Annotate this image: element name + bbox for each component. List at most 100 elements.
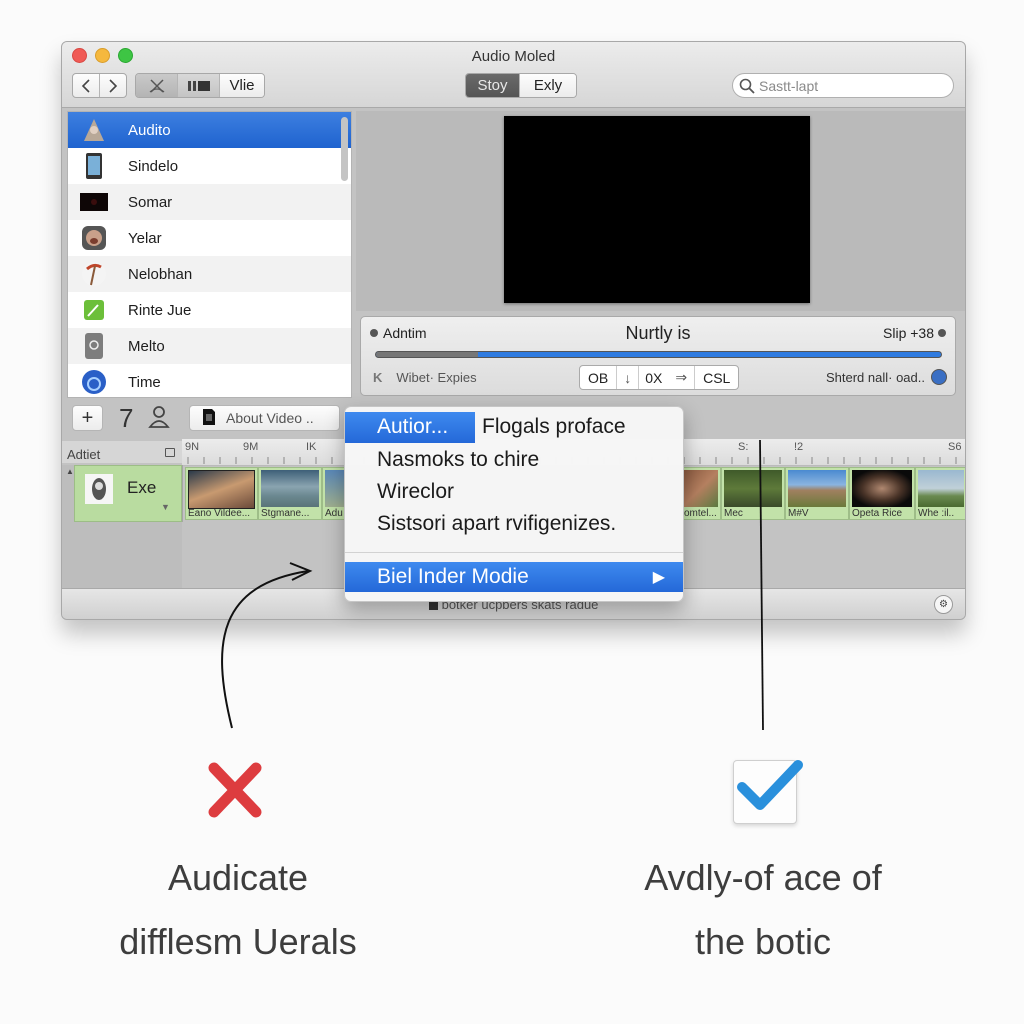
ruler-label: 9N: [185, 441, 200, 453]
cone-icon: [80, 116, 108, 144]
sidebar-item-audito[interactable]: Audito: [68, 112, 351, 148]
menu-item-wireclor[interactable]: Wireclor: [377, 480, 683, 504]
window-title: Audio Moled: [471, 48, 556, 65]
sidebar-item-sindelo[interactable]: Sindelo: [68, 148, 351, 184]
bad-caption-line1: Audicate: [167, 857, 309, 898]
timeline-clip[interactable]: Whe :il..: [915, 467, 965, 520]
menu-item-label: Biel Inder Modie: [377, 565, 529, 588]
clip-label: M#V: [788, 508, 809, 519]
dark-thumbnail-icon: [80, 188, 108, 216]
track-menu-icon[interactable]: ▼: [161, 502, 170, 512]
clip-thumbnail: [261, 470, 319, 507]
info-icon[interactable]: [931, 369, 947, 385]
good-caption-line1: Avdly-of ace of: [644, 857, 882, 898]
clip-thumbnail: [684, 470, 718, 507]
sidebar-scrollbar[interactable]: [341, 117, 348, 181]
ruler-label: S6: [948, 441, 962, 453]
about-video-label: About Video ..: [226, 410, 314, 426]
timeline-clip[interactable]: M#V: [785, 467, 849, 520]
face-icon: [80, 224, 108, 252]
timeline-clip[interactable]: Mec: [721, 467, 785, 520]
view-list-button[interactable]: Vlie: [220, 74, 264, 97]
expand-icon[interactable]: [165, 448, 175, 457]
view-segment: Vlie: [135, 73, 265, 98]
chevron-right-icon: [109, 78, 117, 93]
sidebar-item-label: Audito: [128, 121, 171, 139]
collapse-icon[interactable]: ▲: [66, 467, 74, 476]
tablet-icon: [80, 152, 108, 180]
sidebar-item-nelobhan[interactable]: Nelobhan: [68, 256, 351, 292]
sidebar-item-rinte-jue[interactable]: Rinte Jue: [68, 292, 351, 328]
clip-label: Mec: [724, 508, 743, 519]
right-status-label: Slip +38: [883, 325, 934, 341]
rewind-icon[interactable]: K: [373, 370, 382, 385]
preview-area: [356, 111, 965, 311]
video-preview[interactable]: [504, 116, 810, 303]
settings-icon[interactable]: ⚙: [934, 595, 953, 614]
clip-label: Opeta Rice: [852, 508, 903, 519]
blue-checkmark-icon: [733, 760, 803, 824]
forward-arrow-button[interactable]: ⇒: [668, 366, 696, 389]
dot-icon: [938, 329, 946, 337]
menu-item-flogals-proface[interactable]: Flogals proface: [482, 415, 626, 439]
clip-thumbnail: [788, 470, 846, 507]
clip-thumbnail: [852, 470, 912, 507]
playback-controls: Adntim Nurtly is Slip +38 K Wibet· Expie…: [360, 316, 956, 396]
sidebar-item-melto[interactable]: Melto: [68, 328, 351, 364]
sidebar-item-somar[interactable]: Somar: [68, 184, 351, 220]
progress-played: [376, 352, 478, 357]
menu-item-autior[interactable]: Autior...: [377, 415, 448, 439]
filmstrip-icon: [187, 80, 210, 91]
sidebar-item-time[interactable]: Time: [68, 364, 351, 397]
search-placeholder: Sastt-lapt: [759, 77, 819, 94]
sidebar-item-label: Nelobhan: [128, 265, 193, 283]
ruler-label: IK: [306, 441, 317, 453]
chevron-left-icon: [81, 78, 90, 93]
track-thumbnail: [85, 474, 113, 504]
sidebar-item-label: Yelar: [128, 229, 162, 247]
mode-story-tab[interactable]: Stoy: [466, 74, 520, 97]
forward-button[interactable]: [100, 74, 126, 97]
mode-exly-tab[interactable]: Exly: [520, 74, 576, 97]
sidebar-item-label: Rinte Jue: [128, 301, 192, 319]
sidebar-item-label: Time: [128, 373, 161, 391]
ruler-label: !2: [794, 441, 804, 453]
timeline-clip[interactable]: Opeta Rice: [849, 467, 915, 520]
right-status: Slip +38: [883, 325, 946, 341]
clip-label: Eano Vildee...: [188, 508, 251, 519]
menu-item-sistsori[interactable]: Sistsori apart rvifigenizes.: [377, 512, 683, 536]
back-button[interactable]: [73, 74, 100, 97]
bottom-left-status: K Wibet· Expies: [373, 370, 477, 385]
ob-button[interactable]: OB: [580, 366, 618, 389]
person-icon[interactable]: [148, 405, 170, 434]
clip-label: Whe :il..: [918, 508, 955, 519]
progress-bar[interactable]: [375, 351, 942, 358]
view-cut-button[interactable]: [136, 74, 178, 97]
search-field[interactable]: Sastt-lapt: [732, 73, 954, 98]
timeline-clip[interactable]: Eano Vildee...: [185, 467, 258, 520]
view-filmstrip-button[interactable]: [178, 74, 220, 97]
menu-item-nasmoks[interactable]: Nasmoks to chire: [377, 448, 683, 472]
clip-thumbnail: [188, 470, 255, 509]
nav-segment: [72, 73, 127, 98]
clip-label: omtel...: [684, 508, 717, 519]
timeline-clip[interactable]: Stgmane...: [258, 467, 322, 520]
track-header[interactable]: Exe ▼: [74, 465, 182, 522]
bad-caption-line2: difflesm Uerals: [119, 921, 357, 962]
menu-item-biel-inder-modie[interactable]: Biel Inder Modie ▶: [345, 562, 683, 592]
timeline-clip[interactable]: omtel...: [681, 467, 721, 520]
control-buttons: OB ↓ 0X ⇒ CSL: [579, 365, 740, 390]
menu-separator: [345, 552, 683, 553]
sidebar-item-yelar[interactable]: Yelar: [68, 220, 351, 256]
cut-icon: [149, 78, 164, 93]
down-arrow-button[interactable]: ↓: [617, 366, 640, 389]
csl-button[interactable]: CSL: [695, 366, 738, 389]
bottom-left-label: Wibet· Expies: [396, 370, 477, 385]
clip-thumbnail: [325, 470, 344, 507]
about-video-button[interactable]: About Video ..: [189, 405, 340, 431]
mode-segment: Stoy Exly: [465, 73, 577, 98]
pickaxe-icon: [80, 260, 108, 288]
track-name: Exe: [127, 478, 157, 497]
ox-button[interactable]: 0X: [639, 366, 668, 389]
add-button[interactable]: +: [72, 405, 103, 431]
